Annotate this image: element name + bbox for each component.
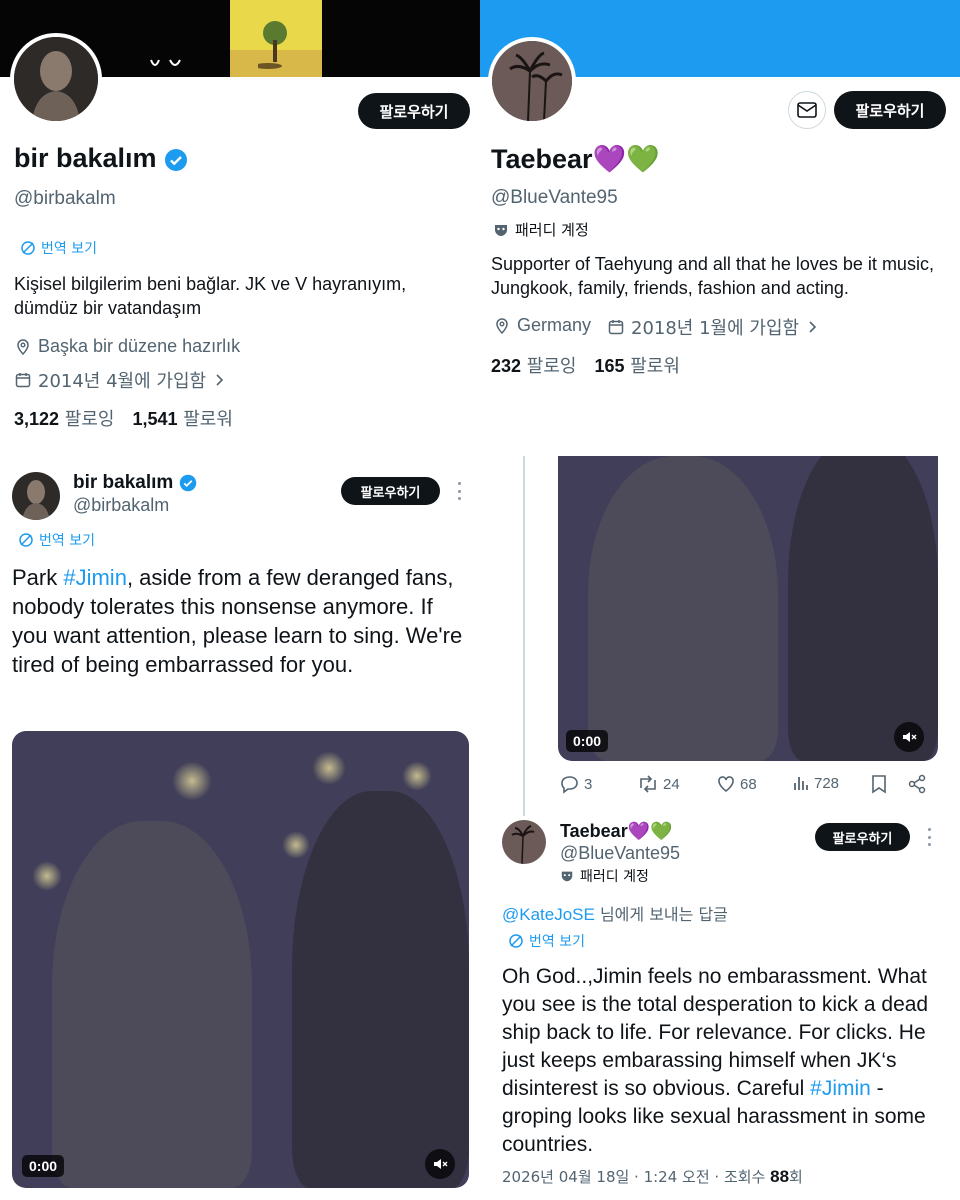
jimin-hashtag-link[interactable]: #Jimin: [63, 565, 127, 590]
envelope-icon: [797, 102, 817, 118]
right-profile-joined[interactable]: 2018년 1월에 가입함: [607, 314, 819, 340]
calendar-icon: [608, 320, 624, 335]
views-chart-icon: [794, 777, 808, 790]
right-reply-author-handle[interactable]: @BlueVante95: [560, 843, 680, 864]
right-reply-text: Oh God..,Jimin feels no embarassment. Wh…: [502, 965, 929, 1156]
eyes-illustration: [150, 59, 181, 66]
bookmark-button[interactable]: [870, 774, 888, 799]
right-profile-name: Taebear💜💚: [491, 144, 660, 174]
reply-to-user-link[interactable]: @KateJoSE: [502, 905, 595, 924]
right-profile-following[interactable]: 232 팔로잉: [491, 352, 576, 378]
left-profile-joined[interactable]: 2014년 4월에 가입함: [14, 367, 226, 393]
translate-icon: [21, 241, 35, 255]
calendar-icon: [15, 373, 31, 388]
retweet-icon: [640, 775, 656, 793]
left-profile-location: Başka bir düzene hazırlık: [14, 336, 240, 357]
right-video-mute-button[interactable]: [894, 722, 924, 752]
left-profile-counts: 3,122 팔로잉 1,541 팔로워: [14, 405, 233, 431]
right-reply-parody-label: 패러디 계정: [560, 866, 649, 886]
bookmark-icon: [872, 775, 886, 794]
left-profile-following[interactable]: 3,122 팔로잉: [14, 405, 114, 431]
share-icon: [908, 774, 926, 794]
location-pin-icon: [17, 338, 29, 355]
left-profile-translate-link[interactable]: 번역 보기: [20, 238, 97, 258]
right-profile-avatar[interactable]: [488, 37, 576, 125]
left-profile-bio: Kişisel bilgilerim beni bağlar. JK ve V …: [14, 274, 407, 318]
mute-icon: [903, 732, 917, 742]
verified-badge-icon: [165, 148, 188, 171]
more-options-icon[interactable]: [451, 482, 467, 500]
retweet-action[interactable]: 24: [637, 774, 680, 794]
translate-icon: [19, 533, 33, 547]
message-button[interactable]: [788, 91, 826, 129]
share-button[interactable]: [907, 774, 927, 799]
left-tweet-video[interactable]: 0:00: [12, 731, 469, 1188]
left-tweet-text: Park #Jimin, aside from a few deranged f…: [12, 565, 463, 677]
right-reply-translate-link[interactable]: 번역 보기: [508, 931, 585, 951]
right-profile-location: Germany: [493, 315, 591, 336]
reply-icon: [561, 776, 578, 794]
left-profile-follow-button[interactable]: 팔로우하기: [358, 93, 470, 129]
chevron-right-icon: [216, 374, 224, 386]
left-tweet-translate-link[interactable]: 번역 보기: [18, 530, 95, 550]
right-profile-handle: @BlueVante95: [491, 187, 618, 208]
left-tweet-author-handle[interactable]: @birbakalm: [73, 495, 169, 516]
translate-icon: [509, 934, 523, 948]
right-profile-counts: 232 팔로잉 165 팔로워: [491, 352, 680, 378]
left-tweet-follow-button[interactable]: 팔로우하기: [341, 477, 440, 505]
thread-line: [523, 456, 525, 816]
heart-icon: [718, 776, 734, 792]
right-reply-timestamp[interactable]: 2026년 04월 18일 · 1:24 오전 · 조회수 88회: [502, 1166, 803, 1187]
tree-illustration: [258, 21, 287, 69]
right-profile-parody-label: 패러디 계정: [493, 219, 589, 240]
right-reply-avatar[interactable]: [502, 820, 546, 864]
left-video-mute-button[interactable]: [425, 1149, 455, 1179]
verified-badge-icon: [179, 474, 196, 492]
right-video-timestamp: 0:00: [566, 730, 609, 752]
chevron-right-icon: [809, 321, 817, 333]
right-profile-follow-button[interactable]: 팔로우하기: [834, 91, 946, 129]
reply-action[interactable]: 3: [560, 774, 592, 794]
views-action[interactable]: 728: [792, 774, 839, 792]
left-profile-avatar[interactable]: [10, 33, 102, 125]
right-profile-followers[interactable]: 165 팔로워: [594, 352, 679, 378]
left-profile-followers[interactable]: 1,541 팔로워: [132, 405, 232, 431]
like-action[interactable]: 68: [716, 774, 757, 794]
left-tweet-avatar[interactable]: [12, 472, 60, 520]
right-tweet-video[interactable]: 0:00: [558, 456, 938, 761]
jimin-hashtag-link[interactable]: #Jimin: [810, 1077, 871, 1100]
parody-mask-icon: [495, 224, 507, 236]
left-video-timestamp: 0:00: [22, 1155, 65, 1177]
left-profile-handle: @birbakalm: [14, 188, 116, 209]
reply-to-line: @KateJoSE 님에게 보내는 답글: [502, 905, 728, 924]
right-profile-bio: Supporter of Taehyung and all that he lo…: [491, 254, 934, 298]
more-options-icon[interactable]: [921, 828, 937, 846]
mute-icon: [434, 1159, 448, 1169]
location-pin-icon: [496, 317, 508, 334]
left-tweet-author-name[interactable]: bir bakalım: [73, 472, 197, 494]
parody-mask-icon: [561, 871, 573, 882]
right-reply-author-name[interactable]: Taebear💜💚: [560, 821, 673, 842]
right-reply-follow-button[interactable]: 팔로우하기: [815, 823, 910, 851]
left-profile-name: bir bakalım: [14, 143, 188, 174]
